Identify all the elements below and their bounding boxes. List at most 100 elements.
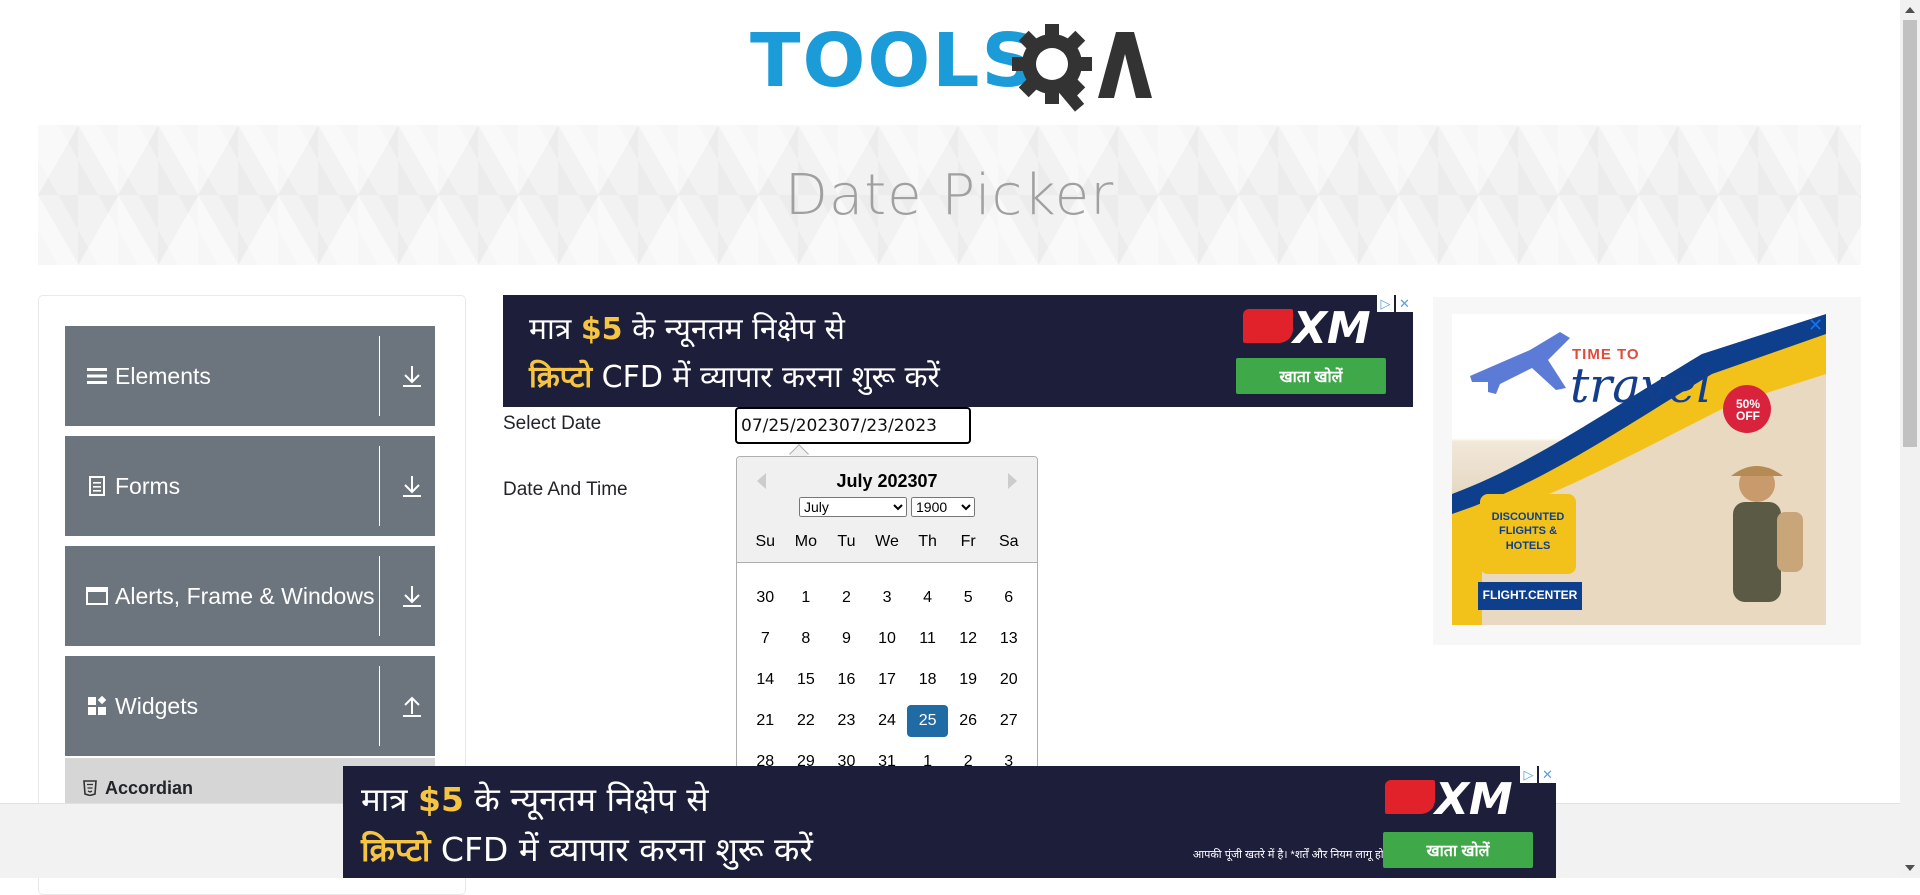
day-cell[interactable]: 2 [826, 582, 867, 614]
travel-bubble: DISCOUNTED FLIGHTS & HOTELS [1491, 511, 1565, 552]
xm-brand: XM [1435, 774, 1513, 825]
day-cell[interactable]: 3 [867, 582, 908, 614]
download-arrow-icon[interactable] [399, 362, 425, 390]
document-icon [85, 474, 109, 498]
week-row: 21 22 23 24 25 26 27 [745, 700, 1029, 741]
open-account-button[interactable]: खाता खोलें [1383, 832, 1533, 868]
day-cell[interactable]: 8 [786, 623, 827, 655]
week-row: 7 8 9 10 11 12 13 [745, 618, 1029, 659]
ad-line1: मात्र $5 के न्यूनतम निक्षेप से [361, 780, 709, 819]
datepicker-days: 30 1 2 3 4 5 6 7 8 9 10 11 12 13 14 15 1… [745, 577, 1029, 782]
day-cell[interactable]: 13 [988, 623, 1029, 655]
widgets-icon [85, 694, 109, 718]
day-cell[interactable]: 22 [786, 705, 827, 737]
weekday-label: We [875, 533, 899, 550]
divider [379, 666, 380, 746]
week-row: 14 15 16 17 18 19 20 [745, 659, 1029, 700]
close-icon[interactable]: ✕ [1396, 295, 1413, 312]
travel-line2: travel [1570, 358, 1712, 414]
divider [379, 446, 380, 526]
sidebar-group-elements[interactable]: Elements [65, 326, 435, 426]
xm-ad-bottom[interactable]: मात्र $5 के न्यूनतम निक्षेप से क्रिप्टो … [343, 766, 1556, 878]
day-cell[interactable]: 5 [948, 582, 989, 614]
week-row: 30 1 2 3 4 5 6 [745, 577, 1029, 618]
year-select[interactable]: 1900 [911, 497, 975, 517]
day-cell[interactable]: 12 [948, 623, 989, 655]
xm-ad-top[interactable]: मात्र $5 के न्यूनतम निक्षेप से क्रिप्टो … [503, 295, 1413, 407]
day-cell[interactable]: 30 [745, 582, 786, 614]
scroll-down-icon[interactable] [1905, 865, 1915, 871]
travel-ad-image: TIME TO travel 50% OFF DISCOUNTED FLIGHTS… [1452, 314, 1826, 625]
ad-line2: क्रिप्टो CFD में व्यापार करना शुरू करें [529, 360, 940, 395]
day-cell[interactable]: 9 [826, 623, 867, 655]
day-cell[interactable]: 16 [826, 664, 867, 696]
adchoices-icon[interactable]: ▷ [1520, 766, 1537, 783]
weekday-label: Mo [794, 533, 817, 550]
next-month-icon[interactable] [1008, 473, 1017, 489]
datepicker-header: July 202307 July 1900 Su Mo Tu We Th Fr S… [737, 457, 1037, 563]
travel-ad[interactable]: TIME TO travel 50% OFF DISCOUNTED FLIGHTS… [1433, 297, 1861, 645]
page-title: Date Picker [784, 162, 1115, 228]
day-cell[interactable]: 6 [988, 582, 1029, 614]
day-cell[interactable]: 21 [745, 705, 786, 737]
scrollbar-thumb[interactable] [1903, 20, 1917, 447]
day-cell[interactable]: 11 [907, 623, 948, 655]
day-cell[interactable]: 10 [867, 623, 908, 655]
select-date-label: Select Date [503, 413, 602, 434]
sidebar-group-label: Alerts, Frame & Windows [115, 582, 375, 609]
xm-logo-mark [1243, 309, 1293, 343]
page-banner: Date Picker [38, 125, 1861, 265]
day-cell[interactable]: 27 [988, 705, 1029, 737]
sidebar-group-label: Widgets [115, 692, 199, 719]
divider [379, 556, 380, 636]
ad-line2: क्रिप्टो CFD में व्यापार करना शुरू करें [361, 830, 813, 869]
sidebar-item-label: Accordian [105, 777, 194, 798]
download-arrow-icon[interactable] [399, 582, 425, 610]
day-cell[interactable]: 20 [988, 664, 1029, 696]
close-icon[interactable]: ✕ [1808, 315, 1823, 336]
logo-gear-qa-icon [1012, 24, 1152, 112]
day-cell[interactable]: 17 [867, 664, 908, 696]
travel-brand: FLIGHT.CENTER [1482, 588, 1578, 602]
badge-percent: 50% OFF [1735, 397, 1761, 423]
sidebar-group-widgets[interactable]: Widgets [65, 656, 435, 756]
page-scrollbar[interactable] [1900, 0, 1920, 878]
sidebar-group-forms[interactable]: Forms [65, 436, 435, 536]
day-cell[interactable]: 14 [745, 664, 786, 696]
weekday-label: Sa [998, 533, 1019, 550]
day-cell[interactable]: 19 [948, 664, 989, 696]
day-cell[interactable]: 26 [948, 705, 989, 737]
sidebar-group-alerts[interactable]: Alerts, Frame & Windows [65, 546, 435, 646]
toolsqa-logo[interactable]: TOOLS [750, 18, 1155, 114]
scroll-up-icon[interactable] [1905, 7, 1915, 13]
weekday-label: Th [918, 533, 937, 550]
datepicker-month-title: July 202307 [836, 471, 938, 491]
day-cell[interactable]: 4 [907, 582, 948, 614]
weekday-label: Su [755, 533, 776, 550]
sidebar-group-label: Forms [115, 472, 181, 499]
day-cell[interactable]: 7 [745, 623, 786, 655]
day-cell[interactable]: 15 [786, 664, 827, 696]
select-date-input[interactable] [735, 407, 971, 444]
month-select[interactable]: July [799, 497, 907, 517]
adchoices-icon[interactable]: ▷ [1377, 295, 1394, 312]
day-cell[interactable]: 18 [907, 664, 948, 696]
hamburger-icon [85, 364, 109, 388]
download-arrow-icon[interactable] [399, 472, 425, 500]
day-cell[interactable]: 1 [786, 582, 827, 614]
ad-line1: मात्र $5 के न्यूनतम निक्षेप से [529, 312, 845, 347]
weekday-label: Fr [960, 533, 976, 550]
ad-disclaimer: आपकी पूंजी खतरे में है। *शर्तें और नियम … [1192, 849, 1403, 861]
sidebar-group-label: Elements [115, 362, 211, 389]
datepicker-popup: July 202307 July 1900 Su Mo Tu We Th Fr S… [736, 456, 1038, 796]
xm-logo-mark [1385, 780, 1435, 814]
day-cell[interactable]: 24 [867, 705, 908, 737]
close-icon[interactable]: ✕ [1539, 766, 1556, 783]
html5-icon [83, 780, 97, 796]
divider [379, 336, 380, 416]
upload-arrow-icon[interactable] [399, 692, 425, 720]
weekday-label: Tu [837, 533, 856, 550]
open-account-button[interactable]: खाता खोलें [1236, 358, 1386, 394]
day-cell[interactable]: 23 [826, 705, 867, 737]
selected-day-cell[interactable]: 25 [907, 704, 948, 737]
